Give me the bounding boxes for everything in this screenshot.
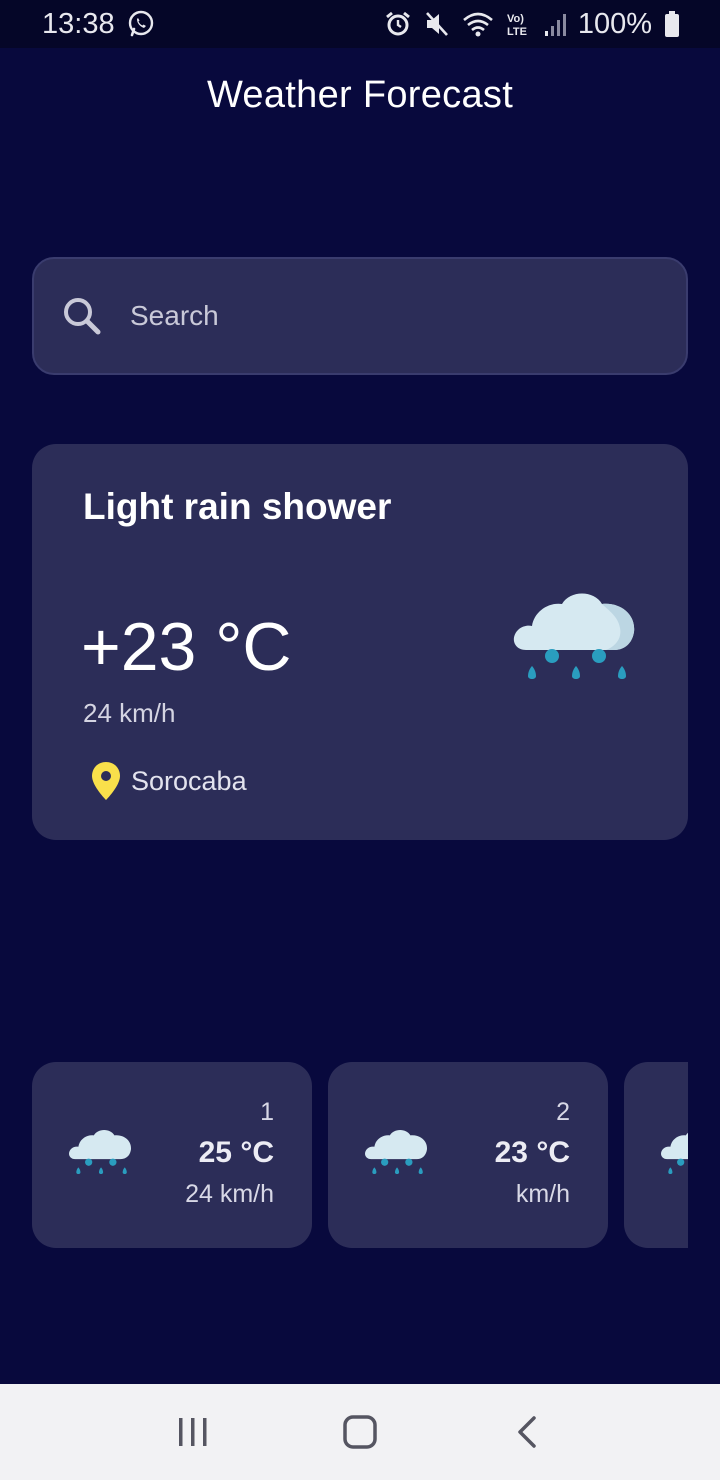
forecast-card[interactable]: 1 25 °C 24 km/h [32,1062,312,1248]
rain-cloud-icon [508,588,640,696]
location: Sorocaba [90,760,247,802]
forecast-temperature: 25 °C [198,1136,274,1169]
rain-cloud-icon [66,1126,134,1184]
search-input[interactable] [130,300,630,332]
wifi-icon [462,10,494,38]
rain-cloud-icon [362,1126,430,1184]
svg-text:LTE: LTE [507,26,527,38]
rain-cloud-icon [658,1126,688,1184]
forecast-list[interactable]: 1 25 °C 24 km/h 2 23 °C km/h [32,1062,688,1248]
current-wind-speed: 24 km/h [83,698,176,728]
status-bar: 13:38 Vo) LTE 100% [0,0,720,48]
location-pin-icon [90,760,122,802]
status-right: Vo) LTE 100% [384,8,680,41]
svg-text:Vo): Vo) [507,13,524,25]
forecast-wind-speed: km/h [515,1180,570,1208]
status-time: 13:38 [42,7,115,40]
home-icon[interactable] [330,1402,390,1462]
current-weather-card: Light rain shower +23 °C 24 km/h Sorocab… [32,444,688,840]
forecast-wind-speed: 24 km/h [185,1180,274,1208]
volte-icon: Vo) LTE [506,10,532,38]
battery-icon [664,10,680,38]
weather-condition: Light rain shower [83,486,392,527]
forecast-day: 1 [260,1098,274,1126]
forecast-row: 1 25 °C 24 km/h 2 23 °C km/h [32,1062,688,1248]
battery-percentage: 100% [577,7,652,40]
forecast-card[interactable]: 2 23 °C km/h [328,1062,608,1248]
forecast-day: 2 [556,1098,570,1126]
whatsapp-icon [127,10,155,38]
forecast-card[interactable] [624,1062,688,1248]
search-icon[interactable] [60,294,104,338]
location-name: Sorocaba [131,765,247,796]
forecast-temperature: 23 °C [494,1136,570,1169]
back-icon[interactable] [497,1402,557,1462]
page-title: Weather Forecast [206,74,514,116]
navigation-bar [0,1384,720,1480]
recent-apps-icon[interactable] [163,1402,223,1462]
alarm-icon [384,10,412,38]
mute-icon [424,10,450,38]
status-left: 13:38 [42,8,155,41]
search-bar[interactable] [32,257,688,375]
signal-icon [544,11,566,37]
current-temperature: +23 °C [81,609,292,685]
